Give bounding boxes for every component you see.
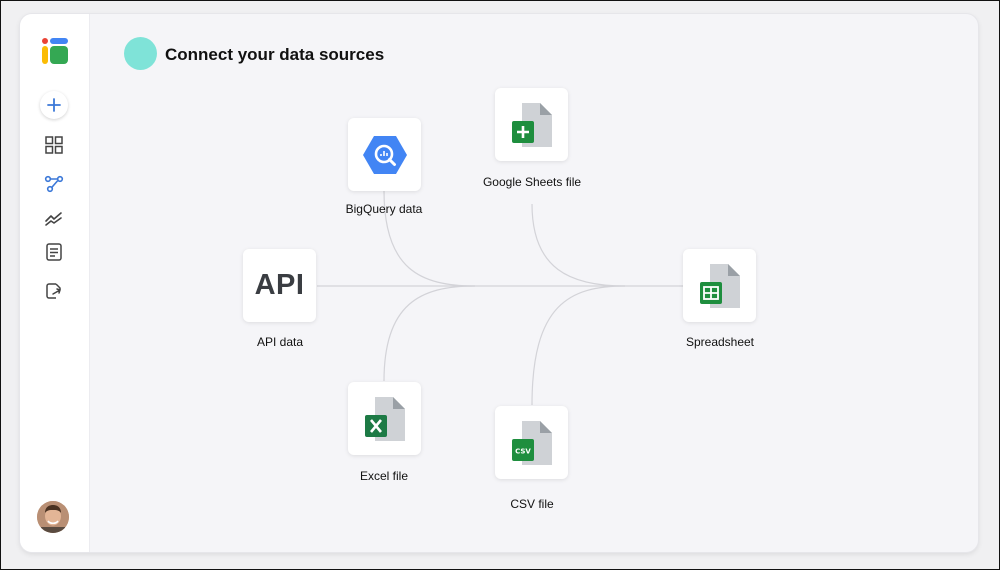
google-sheets-icon bbox=[511, 102, 552, 147]
app-window: Connect your data sources BigQuery data bbox=[20, 14, 978, 552]
bigquery-icon bbox=[362, 135, 407, 174]
google-sheets-label: Google Sheets file bbox=[482, 175, 582, 189]
csv-source-node[interactable]: CSV bbox=[495, 406, 568, 479]
spreadsheet-target-node[interactable] bbox=[683, 249, 756, 322]
bigquery-label: BigQuery data bbox=[345, 202, 423, 216]
connector-excel bbox=[383, 285, 476, 382]
window-frame: Connect your data sources BigQuery data bbox=[0, 0, 1000, 570]
api-source-node[interactable]: API bbox=[243, 249, 316, 322]
connector-sheets bbox=[531, 203, 626, 287]
api-label: API data bbox=[256, 335, 304, 349]
excel-file-icon bbox=[364, 396, 405, 441]
csv-label: CSV file bbox=[510, 497, 554, 511]
svg-text:CSV: CSV bbox=[515, 447, 531, 455]
bigquery-source-node[interactable] bbox=[348, 118, 421, 191]
spreadsheet-label: Spreadsheet bbox=[685, 335, 755, 349]
google-sheets-source-node[interactable] bbox=[495, 88, 568, 161]
connector-csv bbox=[531, 285, 626, 406]
csv-file-icon: CSV bbox=[511, 420, 552, 465]
spreadsheet-icon bbox=[699, 263, 740, 308]
excel-source-node[interactable] bbox=[348, 382, 421, 455]
excel-label: Excel file bbox=[359, 469, 409, 483]
api-icon: API bbox=[254, 269, 305, 301]
